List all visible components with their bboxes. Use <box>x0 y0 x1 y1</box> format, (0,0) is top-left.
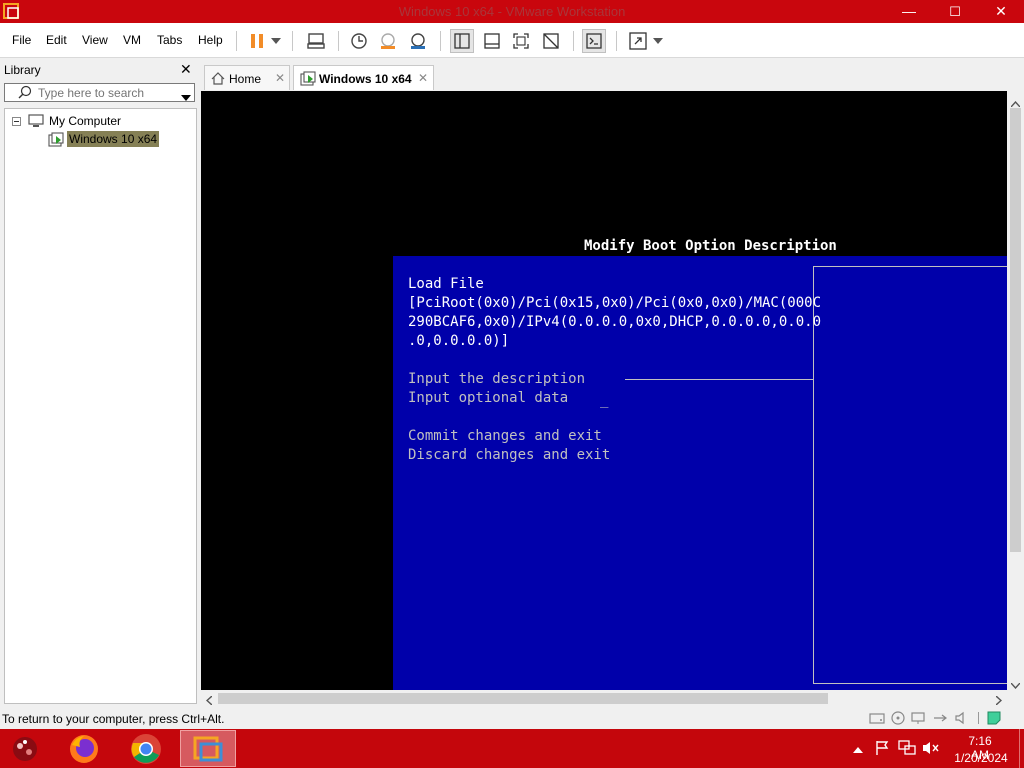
revert-snapshot-icon[interactable] <box>376 29 400 53</box>
clock-date[interactable]: 1/20/2024 <box>950 751 1012 765</box>
vm-running-icon <box>300 71 316 89</box>
tab-vm-close-button[interactable]: ✕ <box>418 71 428 85</box>
bios-header: Modify Boot Option Description <box>584 238 837 254</box>
vertical-scroll-thumb[interactable] <box>1010 108 1021 552</box>
minimize-button[interactable]: — <box>886 0 932 23</box>
usb-device-icon[interactable] <box>932 711 948 728</box>
tab-home-label: Home <box>229 72 262 86</box>
bios-title: Load File <box>408 276 484 292</box>
bios-commit-option[interactable]: Commit changes and exit <box>408 427 602 446</box>
search-input[interactable] <box>38 85 173 100</box>
firefox-icon[interactable] <box>68 733 100 768</box>
send-ctrl-alt-del-icon[interactable] <box>304 29 328 53</box>
horizontal-scrollbar[interactable] <box>201 690 1007 707</box>
console-view-icon[interactable] <box>582 29 606 53</box>
computer-icon <box>28 114 44 131</box>
start-button-icon[interactable] <box>10 735 40 766</box>
toolbar-separator <box>236 31 237 51</box>
home-icon <box>211 72 225 88</box>
toolbar-separator <box>440 31 441 51</box>
taskbar-vmware-button[interactable] <box>180 730 236 767</box>
volume-muted-icon[interactable] <box>922 740 940 759</box>
tree-item-windows-10-x64[interactable]: Windows 10 x64 <box>67 131 160 147</box>
bios-input-description[interactable]: Input the description <box>408 370 585 389</box>
pause-dropdown-icon[interactable] <box>268 29 284 53</box>
tab-bar: Home ✕ Windows 10 x64 ✕ <box>200 58 1024 90</box>
library-title: Library <box>4 63 41 77</box>
search-icon <box>18 85 32 102</box>
toolbar-separator <box>616 31 617 51</box>
message-log-icon[interactable] <box>986 711 1002 728</box>
toolbar-separator <box>292 31 293 51</box>
cd-dvd-icon[interactable] <box>891 711 905 728</box>
tab-vm-label: Windows 10 x64 <box>319 72 412 86</box>
toolbar-separator <box>338 31 339 51</box>
hard-disk-icon[interactable] <box>869 711 885 728</box>
action-center-flag-icon[interactable] <box>874 740 890 759</box>
maximize-button[interactable]: ☐ <box>932 0 978 23</box>
library-search-box[interactable] <box>4 83 195 102</box>
title-bar: Windows 10 x64 - VMware Workstation — ☐ … <box>0 0 1024 23</box>
description-field-line <box>625 379 813 380</box>
full-screen-icon[interactable] <box>509 29 533 53</box>
bios-input-optional[interactable]: Input optional data <box>408 389 568 408</box>
bios-discard-option[interactable]: Discard changes and exit <box>408 446 610 465</box>
tab-windows-10-x64[interactable]: Windows 10 x64 ✕ <box>293 65 434 90</box>
menu-edit[interactable]: Edit <box>46 33 67 47</box>
menu-view[interactable]: View <box>82 33 108 47</box>
window-title: Windows 10 x64 - VMware Workstation <box>398 4 626 19</box>
snapshot-manager-icon[interactable] <box>406 29 430 53</box>
search-dropdown-icon[interactable] <box>181 90 191 104</box>
horizontal-scroll-thumb[interactable] <box>218 693 828 704</box>
status-separator <box>978 712 979 724</box>
menu-help[interactable]: Help <box>198 33 223 47</box>
show-library-icon[interactable] <box>450 29 474 53</box>
thumbnail-bar-icon[interactable] <box>480 29 504 53</box>
scroll-left-icon[interactable] <box>205 694 213 708</box>
menu-file[interactable]: File <box>12 33 31 47</box>
stretch-dropdown-icon[interactable] <box>650 29 666 53</box>
library-panel: Library ✕ My Computer Windows 10 x64 <box>0 58 200 706</box>
show-hidden-icons[interactable] <box>853 742 863 756</box>
status-bar: To return to your computer, press Ctrl+A… <box>0 707 1024 729</box>
stretch-guest-icon[interactable] <box>626 29 650 53</box>
network-icon[interactable] <box>898 740 916 759</box>
bios-panel: Load File [PciRoot(0x0)/Pci(0x15,0x0)/Pc… <box>393 256 1007 690</box>
tree-item-my-computer[interactable]: My Computer <box>49 114 121 128</box>
menu-vm[interactable]: VM <box>123 33 141 47</box>
menu-bar: File Edit View VM Tabs Help <box>0 23 1024 58</box>
toolbar-separator <box>573 31 574 51</box>
text-cursor: _ <box>600 392 609 408</box>
collapse-toggle-icon[interactable] <box>12 117 21 126</box>
menu-tabs[interactable]: Tabs <box>157 33 182 47</box>
bios-help-box <box>813 266 1007 684</box>
scroll-right-icon[interactable] <box>995 694 1003 708</box>
unity-icon[interactable] <box>539 29 563 53</box>
bios-path-line-3: .0,0.0.0.0)] <box>408 333 510 349</box>
chrome-icon[interactable] <box>130 733 162 768</box>
library-tree: My Computer Windows 10 x64 <box>4 108 197 704</box>
bios-path-line-2: 290BCAF6,0x0)/IPv4(0.0.0.0,0x0,DHCP,0.0.… <box>408 314 822 330</box>
tab-home-close-button[interactable]: ✕ <box>275 71 285 85</box>
taskbar: 7:16 AM 1/20/2024 <box>0 729 1024 768</box>
vm-console[interactable]: Modify Boot Option Description Load File… <box>201 91 1007 690</box>
snapshot-icon[interactable] <box>347 29 371 53</box>
show-desktop-button[interactable] <box>1019 729 1024 768</box>
status-message: To return to your computer, press Ctrl+A… <box>2 712 225 726</box>
vertical-scrollbar[interactable] <box>1007 91 1024 690</box>
vm-running-icon <box>48 132 64 150</box>
sound-card-icon[interactable] <box>954 711 970 728</box>
network-adapter-icon[interactable] <box>910 711 926 728</box>
close-button[interactable]: ✕ <box>978 0 1024 23</box>
bios-path-line-1: [PciRoot(0x0)/Pci(0x15,0x0)/Pci(0x0,0x0)… <box>408 295 822 311</box>
pause-icon[interactable] <box>245 29 269 53</box>
library-close-button[interactable]: ✕ <box>180 61 192 78</box>
vmware-icon <box>192 734 224 767</box>
scroll-down-icon[interactable] <box>1010 678 1021 692</box>
tab-home[interactable]: Home ✕ <box>204 65 290 90</box>
